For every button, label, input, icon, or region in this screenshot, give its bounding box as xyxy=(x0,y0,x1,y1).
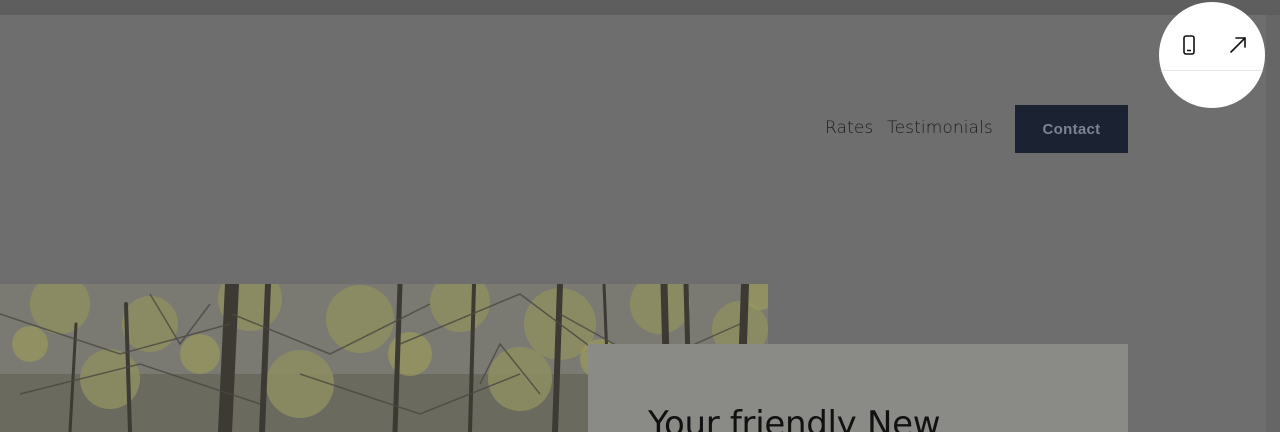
nav-link-testimonials[interactable]: Testimonials xyxy=(887,118,993,138)
nav-link-rates[interactable]: Rates xyxy=(825,118,873,138)
site-nav: Rates Testimonials Contact xyxy=(0,105,1266,153)
hero-text-card: Your friendly New xyxy=(588,344,1128,432)
contact-button[interactable]: Contact xyxy=(1015,105,1128,153)
hero-heading: Your friendly New xyxy=(648,404,941,432)
page-preview: Rates Testimonials Contact Your friendly… xyxy=(0,15,1266,432)
mobile-icon[interactable] xyxy=(1178,34,1200,56)
scrollbar-gutter xyxy=(1266,15,1280,432)
external-link-arrow-icon[interactable] xyxy=(1227,34,1249,56)
browser-top-strip xyxy=(0,0,1280,15)
device-preview-badge xyxy=(1159,2,1265,108)
badge-divider xyxy=(1159,70,1265,71)
